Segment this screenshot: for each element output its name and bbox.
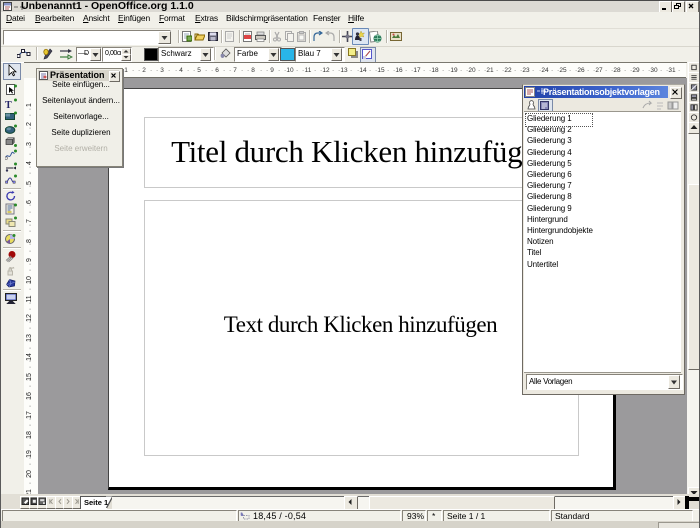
svg-text:T: T [5, 100, 12, 111]
